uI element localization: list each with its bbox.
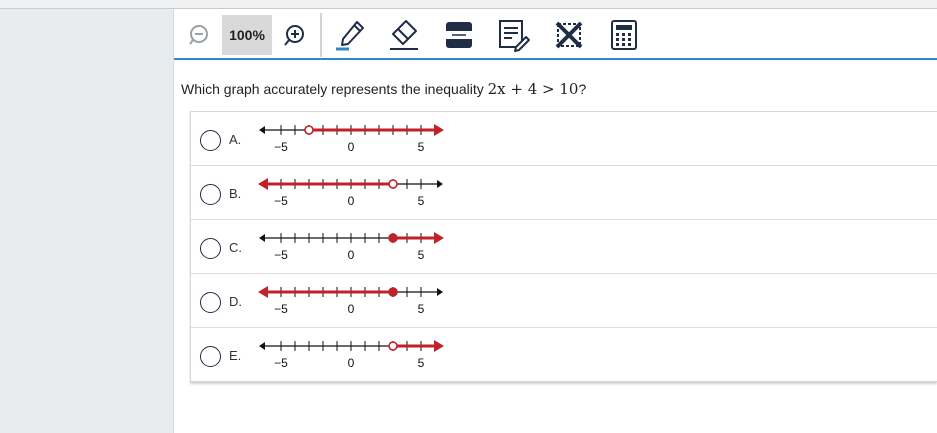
tick-label: −5 [274,302,288,316]
tick-label: −5 [274,140,288,154]
question-suffix: ? [578,81,587,97]
tick-label: 0 [348,140,355,154]
tick-label: 5 [418,248,425,262]
highlighter-icon [336,21,364,51]
question-text: Which graph accurately represents the in… [181,80,586,98]
radio-button[interactable] [200,130,221,151]
highlighter-button[interactable] [329,15,373,55]
solution-arrow [434,232,444,244]
tick-label: 5 [418,356,425,370]
closed-circle [388,233,398,243]
tick-label: 0 [348,194,355,208]
tick-label: 0 [348,248,355,262]
choice-letter: B. [229,186,242,201]
open-circle [304,125,314,135]
axis-arrow-left [259,126,265,134]
notepad-button[interactable] [492,15,536,55]
question-prefix: Which graph accurately represents the in… [181,81,488,97]
tick-label: −5 [274,194,288,208]
number-line-graph: −5 0 5 [259,340,444,370]
solution-arrow [434,124,444,136]
radio-button[interactable] [200,292,221,313]
axis-arrow-right [437,288,443,296]
radio-button[interactable] [200,184,221,205]
number-line-graph: −5 0 5 [258,178,443,208]
choice-d[interactable]: D. −5 0 5 [191,274,937,328]
choice-letter: A. [229,132,242,147]
number-line-graph: −5 0 5 [259,232,444,262]
zoom-level: 100% [222,15,272,55]
solution-arrow [434,340,444,352]
open-circle [388,341,398,351]
notepad-icon [499,20,530,52]
choice-letter: D. [229,294,242,309]
left-panel [0,9,174,433]
number-line-graph: −5 0 5 [258,286,443,316]
number-line-graph: −5 0 5 [259,124,444,154]
axis-arrow-left [259,342,265,350]
choice-c[interactable]: C. −5 0 5 [191,220,937,274]
line-reader-button[interactable] [437,15,481,55]
tick-label: 0 [348,356,355,370]
tick-label: 5 [418,194,425,208]
choice-letter: E. [229,348,242,363]
choice-b[interactable]: B. −5 0 5 [191,166,937,220]
answer-eliminator-button[interactable] [547,15,591,55]
tick-label: −5 [274,248,288,262]
eraser-icon [390,20,418,50]
zoom-in-button[interactable] [275,15,313,55]
tick-label: 5 [418,302,425,316]
question-math: 2x + 4 > 10 [487,80,579,98]
axis-arrow-left [259,234,265,242]
radio-button[interactable] [200,346,221,367]
toolbar-divider [320,13,322,57]
tick-label: 0 [348,302,355,316]
tick-label: 5 [418,140,425,154]
line-reader-icon [446,22,472,48]
zoom-out-button[interactable] [181,15,219,55]
open-circle [388,179,398,189]
calculator-icon [611,20,637,50]
zoom-out-icon [189,25,208,45]
top-strip [0,0,937,9]
answer-choices: A. −5 0 5 B. −5 0 5 C. −5 0 5 D. −5 0 5 E. −5 0 5 [190,111,937,382]
tick-label: −5 [274,356,288,370]
answer-eliminator-icon [555,21,583,49]
solution-arrow [258,286,268,298]
closed-circle [388,287,398,297]
solution-arrow [258,178,268,190]
choice-a[interactable]: A. −5 0 5 [191,112,937,166]
eraser-button[interactable] [382,15,426,55]
axis-arrow-right [437,180,443,188]
radio-button[interactable] [200,238,221,259]
toolbar: 100% [174,9,937,60]
calculator-button[interactable] [602,15,646,55]
choice-e[interactable]: E. −5 0 5 [191,328,937,382]
zoom-in-icon [284,25,304,46]
choice-letter: C. [229,240,242,255]
